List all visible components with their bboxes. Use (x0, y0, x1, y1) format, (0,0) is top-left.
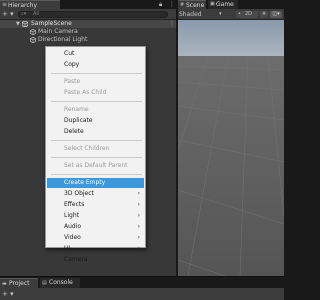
menu-item-label: Delete (64, 128, 84, 135)
tab-game[interactable]: ▣ Game (208, 0, 238, 9)
tab-scene-label: Scene (186, 2, 205, 9)
hierarchy-item-label: Main Camera (38, 28, 78, 35)
menu-item-paste-as-child[interactable]: Paste As Child (47, 88, 144, 98)
menu-item-duplicate[interactable]: Duplicate (47, 116, 144, 126)
hierarchy-tab-bar: ≡ Hierarchy 🔒︎ ⋮ (0, 0, 176, 9)
project-add-button[interactable]: + ▾ (2, 291, 16, 298)
menu-item-label: Audio (64, 223, 82, 230)
cube-icon (30, 37, 36, 43)
lock-icon[interactable]: 🔒︎ (159, 1, 162, 8)
add-button[interactable]: + ▾ (2, 11, 16, 18)
sky (178, 20, 284, 56)
tab-console-label: Console (49, 279, 73, 286)
menu-item-delete[interactable]: Delete (47, 127, 144, 137)
project-toolbar: + ▾ (0, 288, 284, 300)
cube-icon (30, 29, 36, 35)
menu-item-label: Copy (64, 61, 80, 68)
tab-project[interactable]: ▬ Project (0, 278, 38, 288)
console-icon: ▤ (42, 280, 47, 286)
shading-mode-dropdown[interactable]: Shaded ▾ (179, 11, 227, 18)
menu-item-camera[interactable]: Camera (47, 255, 144, 265)
scene-tab-bar: # Scene ▣ Game (178, 0, 284, 9)
chevron-right-icon: › (137, 223, 140, 230)
hierarchy-toolbar: + ▾ ⌕▾ All (0, 9, 176, 20)
menu-separator (51, 140, 142, 141)
project-panel: ▬ Project ▤ Console + ▾ (0, 276, 284, 300)
menu-item-label: Camera (64, 256, 88, 263)
expand-arrow-icon[interactable]: ▼ (16, 20, 20, 28)
effects-icon[interactable]: ◫▾ (270, 11, 282, 18)
menu-item-label: Cut (64, 50, 75, 57)
tab-hierarchy-label: Hierarchy (8, 2, 38, 9)
menu-separator (51, 174, 142, 175)
tab-hierarchy[interactable]: ≡ Hierarchy (0, 0, 60, 9)
hierarchy-item-main-camera[interactable]: Main Camera (0, 28, 176, 36)
menu-item-label: Create Empty (64, 179, 106, 186)
menu-item-label: Select Children (64, 145, 110, 152)
menu-item-rename[interactable]: Rename (47, 105, 144, 115)
menu-separator (51, 73, 142, 74)
scene-icon: # (180, 2, 185, 8)
chevron-right-icon: › (137, 234, 140, 241)
chevron-right-icon: › (137, 212, 140, 219)
menu-item-copy[interactable]: Copy (47, 60, 144, 70)
hierarchy-item-label: Directional Light (38, 36, 88, 43)
2d-mode-toggle[interactable]: • 2D (236, 11, 258, 18)
tab-scene[interactable]: # Scene (178, 0, 206, 9)
scene-panel: # Scene ▣ Game Shaded ▾ • 2D ☀ ◫▾ (178, 0, 284, 276)
menu-item-label: Video (64, 234, 81, 241)
light-bulb-icon[interactable]: ☀ (260, 11, 268, 18)
search-icon: ⌕▾ (21, 11, 27, 17)
chevron-right-icon: › (137, 190, 140, 197)
menu-separator (51, 157, 142, 158)
menu-item-create-empty[interactable]: Create Empty (47, 178, 144, 188)
search-input[interactable]: ⌕▾ All (18, 11, 168, 18)
menu-item-light[interactable]: Light › (47, 211, 144, 221)
scene-name: SampleScene (31, 20, 72, 27)
menu-separator (51, 101, 142, 102)
menu-item-label: Paste (64, 78, 81, 85)
menu-item-label: Light (64, 212, 79, 219)
context-menu: Cut Copy Paste Paste As Child Rename Duplicat… (45, 46, 146, 263)
menu-item-video[interactable]: Video › (47, 233, 144, 243)
menu-item-cut[interactable]: Cut (47, 49, 144, 59)
scene-row[interactable]: ▼ SampleScene ⋮ (0, 20, 176, 28)
shading-mode-label: Shaded (179, 11, 202, 18)
game-icon: ▣ (210, 1, 215, 7)
chevron-down-icon: ▾ (219, 11, 222, 17)
2d-mode-label: 2D (245, 11, 253, 17)
hierarchy-item-directional-light[interactable]: Directional Light (0, 36, 176, 44)
folder-icon: ▬ (2, 281, 7, 287)
toggle-dot-icon: • (238, 11, 241, 17)
tab-game-label: Game (216, 1, 234, 8)
menu-item-3d-object[interactable]: 3D Object › (47, 189, 144, 199)
menu-item-audio[interactable]: Audio › (47, 222, 144, 232)
menu-item-label: Effects (64, 201, 85, 208)
menu-item-label: Paste As Child (64, 89, 107, 96)
tab-console[interactable]: ▤ Console (40, 278, 80, 288)
menu-item-select-children[interactable]: Select Children (47, 144, 144, 154)
menu-item-set-as-default-parent[interactable]: Set as Default Parent (47, 161, 144, 171)
search-filter-text: All (33, 11, 40, 17)
chevron-right-icon: › (137, 245, 140, 252)
chevron-right-icon: › (137, 201, 140, 208)
tab-project-label: Project (9, 280, 30, 287)
scene-toolbar: Shaded ▾ • 2D ☀ ◫▾ (178, 9, 284, 20)
menu-item-label: Duplicate (64, 117, 93, 124)
menu-item-label: UI (64, 245, 71, 252)
scene-menu-icon[interactable]: ⋮ (169, 20, 175, 28)
menu-item-label: 3D Object (64, 190, 94, 197)
menu-item-effects[interactable]: Effects › (47, 200, 144, 210)
menu-item-paste[interactable]: Paste (47, 77, 144, 87)
menu-item-label: Rename (64, 106, 89, 113)
kebab-menu-icon[interactable]: ⋮ (169, 1, 175, 8)
scene-viewport[interactable] (178, 20, 284, 276)
menu-item-ui[interactable]: UI › (47, 244, 144, 254)
menu-item-label: Set as Default Parent (64, 162, 128, 169)
unity-scene-icon (22, 21, 28, 27)
